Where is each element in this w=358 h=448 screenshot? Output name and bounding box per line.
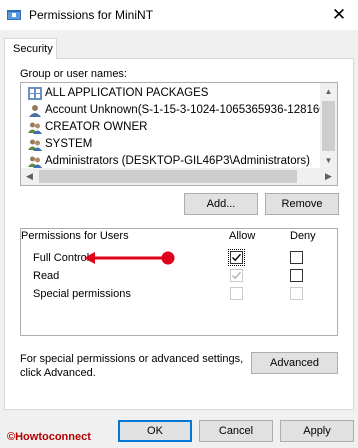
deny-column-label: Deny xyxy=(290,230,316,242)
window-title: Permissions for MiniNT xyxy=(29,8,154,22)
full-control-deny-checkbox[interactable] xyxy=(290,251,303,264)
group-names-label: Group or user names: xyxy=(20,68,127,80)
scroll-left-icon[interactable]: ◀ xyxy=(21,168,38,185)
folder-lock-icon xyxy=(7,10,21,20)
list-item-label: Administrators (DESKTOP-GIL46P3\Administ… xyxy=(45,155,311,167)
special-deny-checkbox xyxy=(290,287,303,300)
perm-full-control-label: Full Control xyxy=(33,252,90,264)
list-item-label: Account Unknown(S-1-15-3-1024-1065365936… xyxy=(45,104,338,116)
advanced-note: For special permissions or advanced sett… xyxy=(20,353,244,379)
list-item[interactable]: ALL APPLICATION PACKAGES xyxy=(23,86,319,102)
close-button[interactable]: ✕ xyxy=(320,0,358,30)
scroll-right-icon[interactable]: ▶ xyxy=(320,168,337,185)
cancel-button[interactable]: Cancel xyxy=(199,420,273,442)
title-bar: Permissions for MiniNT ✕ xyxy=(0,0,358,30)
checkmark-icon xyxy=(232,271,242,280)
special-allow-checkbox xyxy=(230,287,243,300)
read-allow-checkbox xyxy=(230,269,243,282)
ok-button[interactable]: OK xyxy=(118,420,192,442)
full-control-allow-checkbox[interactable] xyxy=(230,251,243,264)
apply-button[interactable]: Apply xyxy=(280,420,354,442)
scroll-down-icon[interactable]: ▼ xyxy=(320,152,337,169)
checkmark-icon xyxy=(232,253,242,262)
users-icon xyxy=(28,156,42,168)
list-item[interactable]: CREATOR OWNER xyxy=(23,120,319,136)
user-icon xyxy=(29,105,41,117)
list-item[interactable]: SYSTEM xyxy=(23,137,319,153)
tab-security-label: Security xyxy=(13,43,53,55)
advanced-button[interactable]: Advanced xyxy=(251,352,338,374)
app-packages-icon xyxy=(28,87,42,100)
scroll-thumb[interactable] xyxy=(39,170,297,183)
scroll-thumb[interactable] xyxy=(322,101,335,151)
permissions-box xyxy=(20,228,338,336)
allow-column-label: Allow xyxy=(229,230,256,242)
users-icon xyxy=(28,122,42,134)
remove-button[interactable]: Remove xyxy=(265,193,339,215)
watermark: ©Howtoconnect xyxy=(7,431,91,443)
horizontal-scrollbar[interactable]: ◀ ▶ xyxy=(21,168,337,185)
vertical-scrollbar[interactable]: ▲ ▼ xyxy=(320,83,337,169)
tab-security[interactable]: Security xyxy=(4,38,57,59)
list-item-label: SYSTEM xyxy=(45,138,93,150)
read-deny-checkbox[interactable] xyxy=(290,269,303,282)
users-icon xyxy=(28,139,42,151)
perm-special-label: Special permissions xyxy=(33,288,131,300)
scroll-up-icon[interactable]: ▲ xyxy=(320,83,337,100)
perm-read-label: Read xyxy=(33,270,60,282)
list-item-label: CREATOR OWNER xyxy=(45,121,148,133)
red-arrow-annotation xyxy=(84,251,175,265)
add-button[interactable]: Add... xyxy=(184,193,258,215)
group-user-list[interactable]: ALL APPLICATION PACKAGES Account Unknown… xyxy=(20,82,338,186)
list-item-label: ALL APPLICATION PACKAGES xyxy=(45,87,209,99)
list-item[interactable]: Account Unknown(S-1-15-3-1024-1065365936… xyxy=(23,103,337,119)
permissions-header: Permissions for Users xyxy=(21,230,129,242)
